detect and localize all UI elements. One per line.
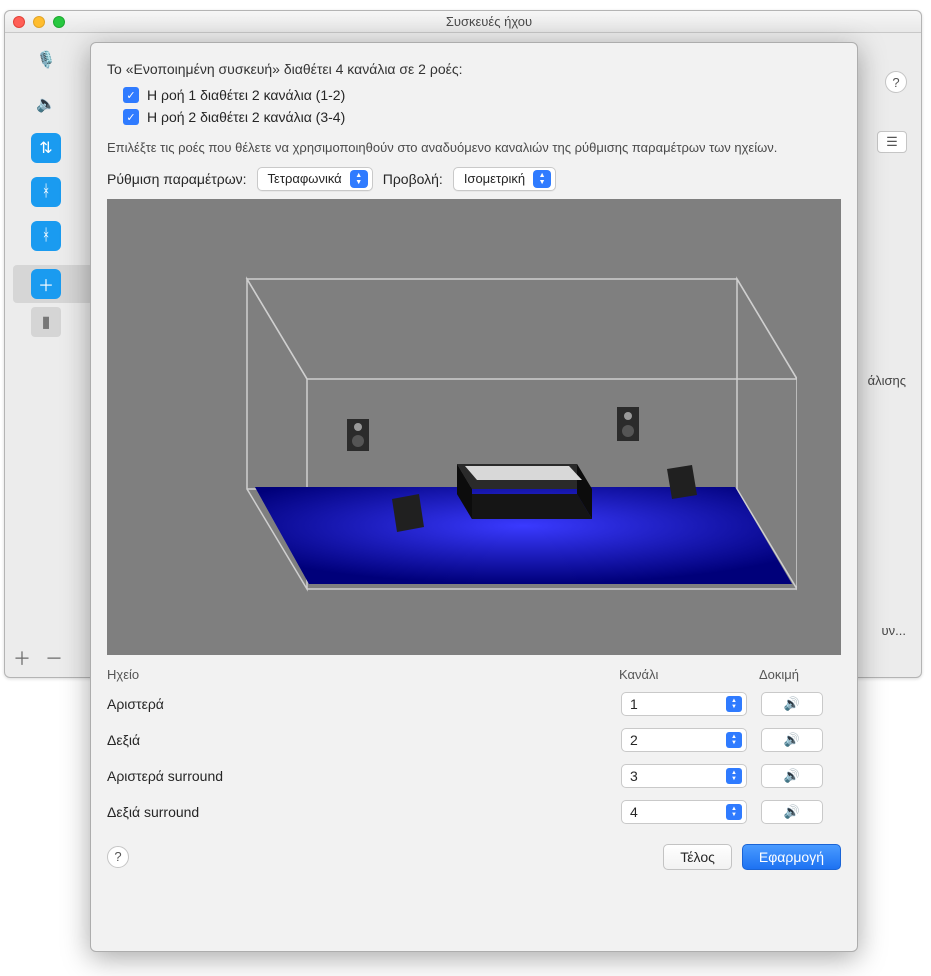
stream-1-label: Η ροή 1 διαθέτει 2 κανάλια (1-2) — [147, 87, 345, 103]
config-label: Ρύθμιση παραμέτρων: — [107, 171, 247, 187]
partial-label-1: άλισης — [868, 373, 906, 388]
remove-button[interactable]: － — [45, 645, 63, 671]
zoom-icon[interactable] — [53, 16, 65, 28]
chevron-updown-icon: ▲▼ — [726, 696, 742, 712]
chevron-updown-icon: ▲▼ — [726, 804, 742, 820]
channel-select[interactable]: 4 ▲▼ — [621, 800, 747, 824]
stream-2-label: Η ροή 2 διαθέτει 2 κανάλια (3-4) — [147, 109, 345, 125]
sheet-heading: Το «Ενοποιημένη συσκευή» διαθέτει 4 κανά… — [107, 61, 841, 77]
speaker-sl-3d — [392, 494, 424, 532]
view-label: Προβολή: — [383, 171, 443, 187]
speaker-config-sheet: Το «Ενοποιημένη συσκευή» διαθέτει 4 κανά… — [90, 42, 858, 952]
done-label: Τέλος — [680, 849, 715, 865]
stream-1-row[interactable]: ✓ Η ροή 1 διαθέτει 2 κανάλια (1-2) — [123, 87, 841, 103]
speaker-sr-3d — [667, 465, 697, 499]
done-button[interactable]: Τέλος — [663, 844, 732, 870]
room-viewport[interactable] — [107, 199, 841, 655]
sheet-buttons: ? Τέλος Εφαρμογή — [107, 830, 841, 870]
chevron-updown-icon: ▲▼ — [726, 768, 742, 784]
view-value: Ισομετρική — [464, 171, 525, 186]
col-test: Δοκιμή — [759, 667, 839, 682]
channel-value: 2 — [630, 732, 638, 748]
stream-2-row[interactable]: ✓ Η ροή 2 διαθέτει 2 κανάλια (3-4) — [123, 109, 841, 125]
speaker-table: Ηχείο Κανάλι Δοκιμή Αριστερά 1 ▲▼ 🔊 Δεξι… — [107, 667, 841, 830]
stream-1-checkbox[interactable]: ✓ — [123, 87, 139, 103]
bluetooth-device-icon[interactable]: ᚼ — [31, 177, 61, 207]
sound-icon: 🔊 — [784, 696, 800, 712]
window-controls — [13, 16, 65, 28]
sound-icon: 🔊 — [784, 732, 800, 748]
view-mode-button[interactable]: ☰ — [877, 131, 907, 153]
test-button[interactable]: 🔊 — [761, 692, 823, 716]
config-select[interactable]: Τετραφωνικά ▲▼ — [257, 167, 373, 191]
room-3d-box — [187, 269, 797, 599]
speaker-icon[interactable]: 🔈 — [31, 89, 61, 119]
help-button[interactable]: ? — [885, 71, 907, 93]
close-icon[interactable] — [13, 16, 25, 28]
add-button[interactable]: ＋ — [13, 645, 31, 671]
device-sidebar: 🎙️ 🔈 ⇅ ᚼ ᚼ ＋ ▮ — [13, 41, 93, 351]
test-button[interactable]: 🔊 — [761, 728, 823, 752]
chevron-updown-icon: ▲▼ — [533, 170, 551, 188]
test-button[interactable]: 🔊 — [761, 764, 823, 788]
test-button[interactable]: 🔊 — [761, 800, 823, 824]
instruction-text: Επιλέξτε τις ροές που θέλετε να χρησιμοπ… — [107, 139, 841, 157]
channel-select[interactable]: 3 ▲▼ — [621, 764, 747, 788]
phone-device-icon[interactable]: ▮ — [31, 307, 61, 337]
channel-value: 4 — [630, 804, 638, 820]
table-row: Αριστερά 1 ▲▼ 🔊 — [107, 686, 841, 722]
window-title: Συσκευές ήχου — [65, 14, 913, 29]
table-row: Δεξιά 2 ▲▼ 🔊 — [107, 722, 841, 758]
speaker-fl-3d — [347, 419, 369, 451]
channel-select[interactable]: 1 ▲▼ — [621, 692, 747, 716]
titlebar: Συσκευές ήχου — [5, 11, 921, 33]
aggregate-device-icon: ＋ — [31, 269, 61, 299]
minimize-icon[interactable] — [33, 16, 45, 28]
usb-device-icon[interactable]: ⇅ — [31, 133, 61, 163]
apply-label: Εφαρμογή — [759, 849, 824, 865]
sound-icon: 🔊 — [784, 804, 800, 820]
footer-toolbar: ＋ － — [13, 645, 63, 671]
sound-icon: 🔊 — [784, 768, 800, 784]
view-select[interactable]: Ισομετρική ▲▼ — [453, 167, 556, 191]
chevron-updown-icon: ▲▼ — [726, 732, 742, 748]
speaker-name: Δεξιά surround — [107, 804, 621, 820]
speaker-fr-3d — [617, 407, 639, 441]
speaker-name: Αριστερά — [107, 696, 621, 712]
col-channel: Κανάλι — [619, 667, 759, 682]
help-button[interactable]: ? — [107, 846, 129, 868]
stream-2-checkbox[interactable]: ✓ — [123, 109, 139, 125]
speaker-name: Αριστερά surround — [107, 768, 621, 784]
chevron-updown-icon: ▲▼ — [350, 170, 368, 188]
channel-value: 1 — [630, 696, 638, 712]
col-speaker: Ηχείο — [107, 667, 619, 682]
channel-select[interactable]: 2 ▲▼ — [621, 728, 747, 752]
table-row: Αριστερά surround 3 ▲▼ 🔊 — [107, 758, 841, 794]
bluetooth-device-icon-2[interactable]: ᚼ — [31, 221, 61, 251]
speaker-name: Δεξιά — [107, 732, 621, 748]
apply-button[interactable]: Εφαρμογή — [742, 844, 841, 870]
config-row: Ρύθμιση παραμέτρων: Τετραφωνικά ▲▼ Προβο… — [107, 167, 841, 191]
table-header: Ηχείο Κανάλι Δοκιμή — [107, 667, 841, 686]
partial-label-2: υν... — [882, 623, 906, 638]
table-row: Δεξιά surround 4 ▲▼ 🔊 — [107, 794, 841, 830]
config-value: Τετραφωνικά — [268, 171, 342, 186]
selected-device-row[interactable]: ＋ — [13, 265, 93, 303]
mic-icon[interactable]: 🎙️ — [31, 45, 61, 75]
channel-value: 3 — [630, 768, 638, 784]
